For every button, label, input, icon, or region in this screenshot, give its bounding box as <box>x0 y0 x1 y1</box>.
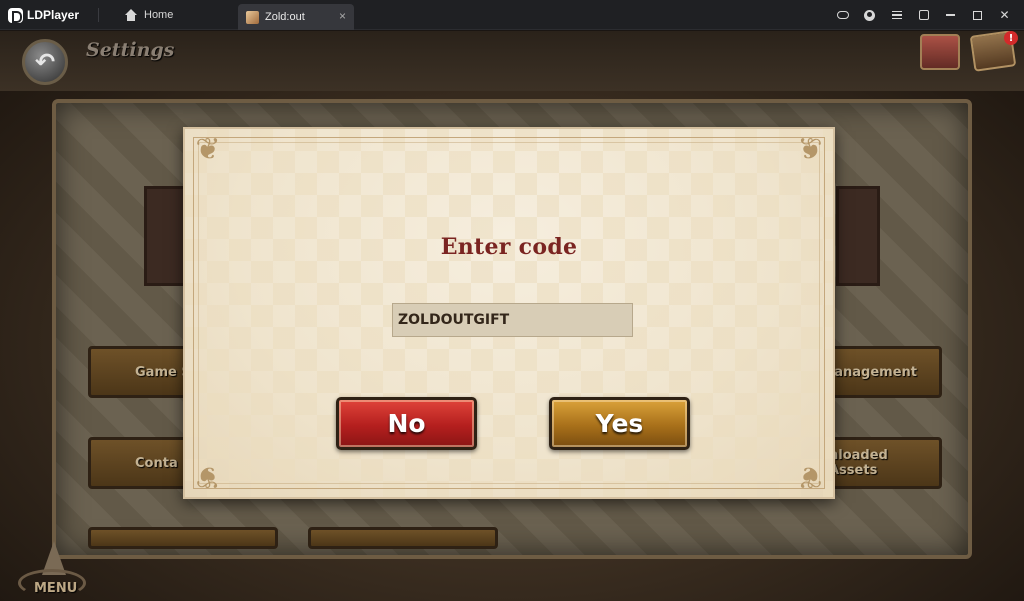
contact-button[interactable]: Conta <box>88 437 198 489</box>
tab-home-label: Home <box>144 9 174 21</box>
ldplayer-logo-icon <box>8 7 23 23</box>
management-button[interactable]: Management <box>821 346 942 398</box>
brand-name: LDPlayer <box>27 8 80 22</box>
corner-ornament-icon: ❦ <box>797 459 823 494</box>
close-button[interactable]: ✕ <box>991 0 1018 30</box>
minimize-button[interactable] <box>937 0 964 30</box>
gamepad-button[interactable] <box>829 0 856 30</box>
corner-ornament-icon: ❦ <box>195 459 221 494</box>
menu-label: MENU <box>34 581 78 596</box>
menu-icon <box>891 11 902 19</box>
minimize-icon <box>946 14 955 16</box>
game-settings-button[interactable]: Game S <box>88 346 198 398</box>
dialog-title: Enter code <box>440 234 578 260</box>
downloaded-assets-button[interactable]: nloaded Assets <box>826 437 942 489</box>
maximize-button[interactable] <box>964 0 991 30</box>
enter-code-dialog: ❦ ❦ ❦ ❦ Enter code ZOLDOUTGIFT No Yes <box>183 127 835 499</box>
close-icon: ✕ <box>999 8 1010 22</box>
corner-ornament-icon: ❦ <box>195 132 221 167</box>
tab-home[interactable]: Home <box>124 0 173 30</box>
ldplayer-brand: LDPlayer <box>8 6 79 24</box>
back-arrow-icon: ↶ <box>34 48 56 76</box>
menu-button-game[interactable]: MENU <box>12 541 92 601</box>
menu-button[interactable] <box>883 0 910 30</box>
notification-badge: ! <box>1004 31 1018 45</box>
no-button[interactable]: No <box>336 397 477 450</box>
account-icon <box>864 9 875 21</box>
corner-ornament-icon: ❦ <box>797 132 823 167</box>
code-input[interactable]: ZOLDOUTGIFT <box>392 303 633 337</box>
yes-button[interactable]: Yes <box>549 397 690 450</box>
titlebar-divider <box>98 8 99 22</box>
bottom-button-right[interactable] <box>308 527 498 549</box>
settings-card-left <box>144 186 188 286</box>
popout-icon <box>918 10 929 20</box>
window-controls: ✕ <box>829 0 1018 30</box>
popout-button[interactable] <box>910 0 937 30</box>
home-icon <box>124 9 138 21</box>
page-title: Settings <box>86 39 175 61</box>
back-button[interactable]: ↶ <box>22 39 68 85</box>
tab-close-icon[interactable]: × <box>339 9 346 23</box>
bottom-button-left[interactable] <box>88 527 278 549</box>
emulator-titlebar: LDPlayer Home Zold:out × ✕ <box>0 0 1024 30</box>
shop-tent-icon[interactable] <box>920 34 960 70</box>
tab-zoldout[interactable]: Zold:out × <box>238 4 354 30</box>
tab-zoldout-label: Zold:out <box>265 11 305 23</box>
gamepad-icon <box>836 11 849 19</box>
settings-card-right <box>836 186 880 286</box>
account-button[interactable] <box>856 0 883 30</box>
zoldout-app-icon <box>246 10 259 24</box>
maximize-icon <box>973 10 982 20</box>
